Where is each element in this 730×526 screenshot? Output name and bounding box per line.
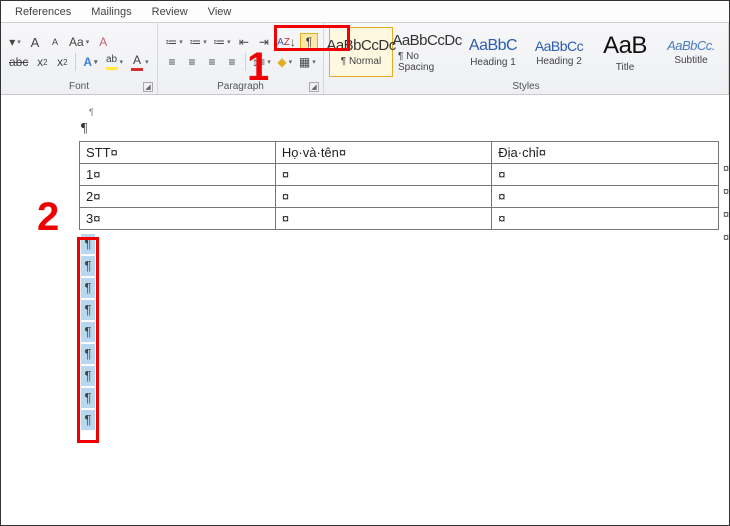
group-label-paragraph: Paragraph ◢ xyxy=(158,81,323,94)
tab-review[interactable]: Review xyxy=(142,3,198,21)
style-item[interactable]: AaBbCcDc ¶ Normal xyxy=(329,27,393,77)
table-cell[interactable]: ¤ xyxy=(275,208,491,230)
change-case-button[interactable]: Aa xyxy=(66,33,92,51)
paragraph-mark-selected: ¶ xyxy=(81,344,95,364)
style-preview: AaBbCc. xyxy=(667,38,715,53)
table-cell[interactable]: ¤ xyxy=(275,164,491,186)
show-hide-pilcrow-button[interactable]: ¶ xyxy=(300,33,318,51)
table-cell[interactable]: ¤ xyxy=(492,186,719,208)
style-caption: Heading 1 xyxy=(470,57,516,68)
ribbon-tabs: References Mailings Review View xyxy=(1,1,729,23)
paragraph-mark-selected: ¶ xyxy=(81,366,95,386)
increase-indent-button[interactable]: ⇥ xyxy=(255,33,273,51)
table-header-cell[interactable]: STT¤ xyxy=(80,142,276,164)
table-header-cell[interactable]: Địa·chỉ¤ xyxy=(492,142,719,164)
line-spacing-button[interactable]: ↕≡ xyxy=(250,53,273,71)
page: ¶ ¶ STT¤ Họ·và·tên¤ Địa·chỉ¤ 1¤ ¤ ¤ 2¤ ¤… xyxy=(61,101,729,438)
table-cell[interactable]: ¤ xyxy=(275,186,491,208)
paragraph-mark-selected: ¶ xyxy=(81,322,95,342)
bullets-button[interactable]: ≔ xyxy=(163,33,185,51)
ribbon: ▾ A A Aa A abc x2 x2 A ab A Font xyxy=(1,23,729,95)
table-cell[interactable]: 1¤ xyxy=(80,164,276,186)
style-caption: ¶ No Spacing xyxy=(398,51,456,73)
table-row: 2¤ ¤ ¤ xyxy=(80,186,719,208)
paragraph-mark-selected: ¶ xyxy=(81,300,95,320)
table-cell[interactable]: 2¤ xyxy=(80,186,276,208)
paragraph-mark: ¶ xyxy=(89,107,729,117)
style-caption: Heading 2 xyxy=(536,56,582,67)
font-color-button[interactable]: A xyxy=(128,53,152,71)
sort-button[interactable]: AZ↓ xyxy=(275,33,298,51)
strikethrough-button[interactable]: abc xyxy=(6,53,31,71)
style-caption: Subtitle xyxy=(674,55,707,66)
shading-button[interactable]: ◆ xyxy=(275,53,295,71)
style-gallery[interactable]: AaBbCcDc¶ NormalAaBbCcDc¶ No SpacingAaBb… xyxy=(324,23,728,81)
text-effects-button[interactable]: A xyxy=(80,53,100,71)
style-item[interactable]: AaB Title xyxy=(593,27,657,77)
subscript-button[interactable]: x2 xyxy=(33,53,51,71)
style-item[interactable]: AaBbCcDc ¶ No Spacing xyxy=(395,27,459,77)
style-preview: AaB xyxy=(603,32,647,60)
style-preview: AaBbCcDc xyxy=(326,37,395,54)
style-caption: ¶ Normal xyxy=(341,56,381,67)
multilevel-button[interactable]: ≔ xyxy=(211,33,233,51)
align-center-button[interactable]: ≡ xyxy=(183,53,201,71)
row-end-mark: ¤ xyxy=(723,209,729,221)
row-end-mark: ¤ xyxy=(723,232,729,244)
justify-button[interactable]: ≡ xyxy=(223,53,241,71)
table-cell[interactable]: 3¤ xyxy=(80,208,276,230)
group-label-styles: Styles xyxy=(324,81,728,94)
align-right-button[interactable]: ≡ xyxy=(203,53,221,71)
row-end-mark: ¤ xyxy=(723,186,729,198)
group-font: ▾ A A Aa A abc x2 x2 A ab A Font xyxy=(1,23,158,94)
borders-button[interactable]: ▦ xyxy=(297,53,319,71)
table-row: STT¤ Họ·và·tên¤ Địa·chỉ¤ xyxy=(80,142,719,164)
style-caption: Title xyxy=(616,62,635,73)
paragraph-mark-selected: ¶ xyxy=(81,388,95,408)
tab-mailings[interactable]: Mailings xyxy=(81,3,141,21)
style-item[interactable]: AaBbCc. Subtitle xyxy=(659,27,723,77)
style-preview: AaBbCc xyxy=(535,38,583,54)
numbering-button[interactable]: ≔ xyxy=(187,33,209,51)
clear-formatting-button[interactable]: A xyxy=(94,33,112,51)
style-item[interactable]: AaBbCc Heading 2 xyxy=(527,27,591,77)
document-area[interactable]: ¶ ¶ STT¤ Họ·và·tên¤ Địa·chỉ¤ 1¤ ¤ ¤ 2¤ ¤… xyxy=(1,95,729,525)
group-label-font: Font ◢ xyxy=(1,81,157,94)
table-row: 1¤ ¤ ¤ xyxy=(80,164,719,186)
row-end-mark: ¤ xyxy=(723,163,729,175)
tab-view[interactable]: View xyxy=(198,3,242,21)
align-left-button[interactable]: ≡ xyxy=(163,53,181,71)
table-row: 3¤ ¤ ¤ xyxy=(80,208,719,230)
style-preview: AaBbCcDc xyxy=(392,32,461,49)
table-cell[interactable]: ¤ xyxy=(492,208,719,230)
table-cell[interactable]: ¤ xyxy=(492,164,719,186)
font-picker[interactable]: ▾ xyxy=(6,33,24,51)
paragraph-mark-selected: ¶ xyxy=(81,256,95,276)
paragraph-mark-selected: ¶ xyxy=(81,234,95,254)
paragraph-dialog-launcher[interactable]: ◢ xyxy=(309,82,319,92)
style-item[interactable]: AaBbC Heading 1 xyxy=(461,27,525,77)
paragraph-mark: ¶ xyxy=(81,121,729,137)
table-header-cell[interactable]: Họ·và·tên¤ xyxy=(275,142,491,164)
paragraph-mark-selected: ¶ xyxy=(81,278,95,298)
superscript-button[interactable]: x2 xyxy=(53,53,71,71)
group-styles: AaBbCcDc¶ NormalAaBbCcDc¶ No SpacingAaBb… xyxy=(324,23,729,94)
grow-font-button[interactable]: A xyxy=(26,33,44,51)
document-table[interactable]: STT¤ Họ·và·tên¤ Địa·chỉ¤ 1¤ ¤ ¤ 2¤ ¤ ¤ 3… xyxy=(79,141,719,230)
style-preview: AaBbC xyxy=(469,37,517,55)
decrease-indent-button[interactable]: ⇤ xyxy=(235,33,253,51)
font-dialog-launcher[interactable]: ◢ xyxy=(143,82,153,92)
selected-paragraph-marks[interactable]: ¶¶¶¶¶¶¶¶¶ xyxy=(81,234,729,430)
shrink-font-button[interactable]: A xyxy=(46,33,64,51)
highlight-button[interactable]: ab xyxy=(103,53,127,71)
group-paragraph: ≔ ≔ ≔ ⇤ ⇥ AZ↓ ¶ ≡ ≡ ≡ ≡ ↕≡ ◆ ▦ xyxy=(158,23,324,94)
paragraph-mark-selected: ¶ xyxy=(81,410,95,430)
tab-references[interactable]: References xyxy=(5,3,81,21)
